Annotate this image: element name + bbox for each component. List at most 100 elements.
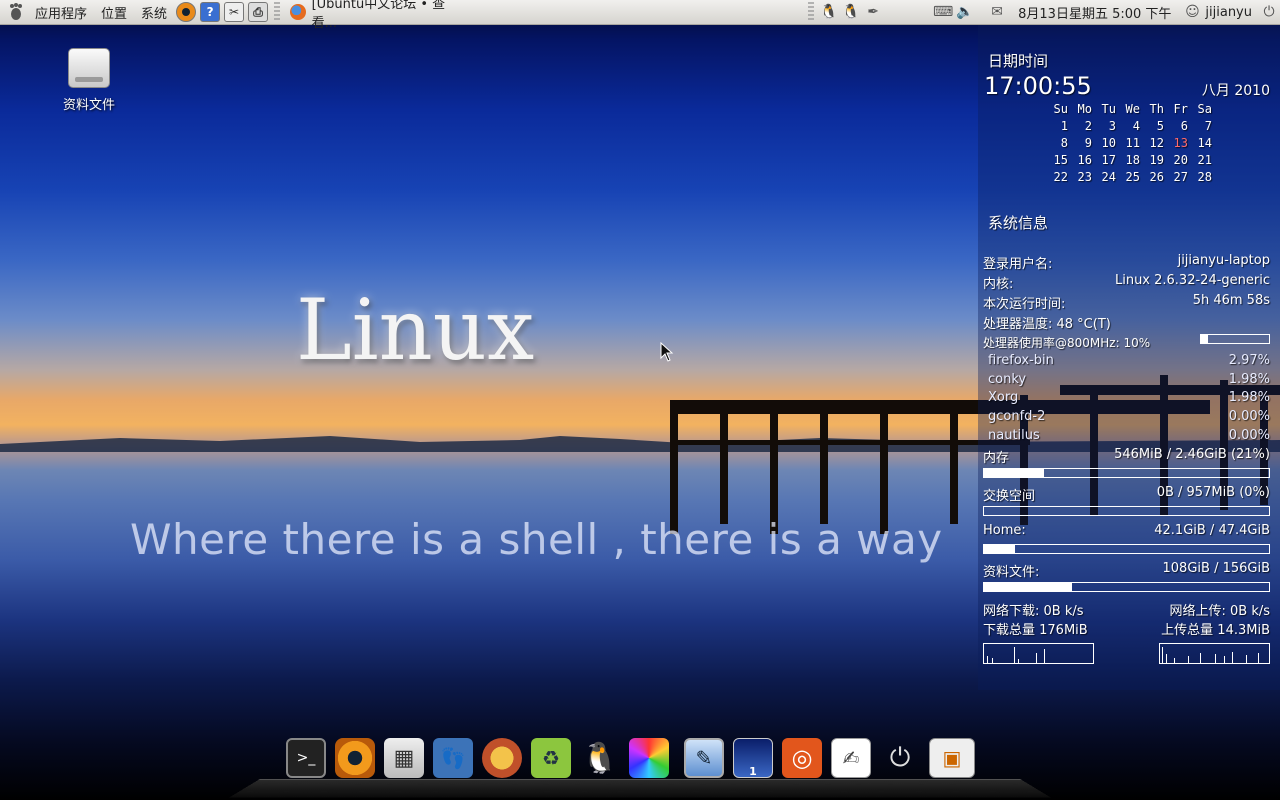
desktop-icon-data-drive[interactable]: 资料文件: [56, 48, 122, 120]
data-disk-label: 资料文件:: [983, 565, 1040, 580]
calendar-day: 7: [1204, 119, 1212, 133]
home-label: Home:: [983, 523, 1026, 538]
process-cpu: 1.98%: [1228, 372, 1270, 387]
weekday: Sa: [1197, 102, 1212, 116]
eye-icon[interactable]: [335, 738, 375, 778]
gnome-foot-dock-icon[interactable]: 👣: [433, 738, 473, 778]
uptime-label: 本次运行时间:: [983, 297, 1066, 312]
uptime-value: 5h 46m 58s: [1192, 293, 1270, 308]
upload-speed: 网络上传: 0B k/s: [1169, 604, 1270, 619]
calculator-icon[interactable]: ▦: [384, 738, 424, 778]
calendar-weekdays: Su Mo Tu We Th Fr Sa: [1044, 102, 1212, 119]
calendar-week: 1 2 3 4 5 6 7: [1044, 119, 1212, 136]
calendar-day: 1: [1060, 119, 1068, 133]
workspace-number: 1: [749, 765, 757, 778]
calendar-day: 26: [1149, 170, 1164, 184]
taskbar-window-button[interactable]: [Ubuntu中文论坛 • 查看...: [284, 0, 474, 31]
calendar-day: 11: [1125, 136, 1140, 150]
memory-row: 内存 546MiB / 2.46GiB (21%): [983, 447, 1270, 466]
swap-row: 交换空间 0B / 957MiB (0%): [983, 485, 1270, 504]
workspace-switcher-icon[interactable]: 1: [733, 738, 773, 778]
keyboard-icon[interactable]: ⌨: [932, 0, 954, 25]
calendar-day: 9: [1084, 136, 1092, 150]
eye-launcher-icon[interactable]: [174, 0, 198, 25]
process-cpu: 0.00%: [1228, 428, 1270, 443]
process-row: Xorg 1.98%: [983, 390, 1270, 409]
text-editor-icon[interactable]: ✍: [831, 738, 871, 778]
top-panel: 应用程序 位置 系统 ? ✂ ⎙ [Ubuntu中文论坛 • 查看... 🐧 🐧…: [0, 0, 1280, 31]
menu-applications[interactable]: 应用程序: [28, 0, 94, 25]
process-name: Xorg: [988, 390, 1019, 405]
swap-value: 0B / 957MiB (0%): [1156, 485, 1270, 500]
help-icon[interactable]: ?: [198, 0, 222, 25]
conky-time: 17:00:55: [984, 72, 1092, 100]
calendar-day: 3: [1108, 119, 1116, 133]
kernel-row: 内核: Linux 2.6.32-24-generic: [983, 273, 1270, 292]
calendar-day: 24: [1101, 170, 1116, 184]
calendar-day: 12: [1149, 136, 1164, 150]
qq-tray-icon-2[interactable]: 🐧: [840, 0, 862, 25]
power-icon[interactable]: ⏻: [880, 738, 920, 778]
user-name[interactable]: jijianyu: [1203, 0, 1258, 25]
screenshot-launcher-icon[interactable]: ✂: [222, 0, 246, 25]
shutdown-icon[interactable]: ⏻: [1258, 0, 1280, 25]
calendar-day: 27: [1173, 170, 1188, 184]
calendar-day: 20: [1173, 153, 1188, 167]
ubuntu-logo-icon[interactable]: ◎: [782, 738, 822, 778]
system-info-heading: 系统信息: [988, 214, 1049, 232]
cpu-usage-bar: [1200, 334, 1270, 344]
home-value: 42.1GiB / 47.4GiB: [1154, 523, 1270, 538]
dock: >_ ▦ 👣 ♻ 🐧 ✎ 1 ◎ ✍ ⏻ ▣: [286, 736, 984, 780]
color-wheel-icon[interactable]: [629, 738, 669, 778]
panel-clock[interactable]: 8月13日星期五 5:00 下午: [1008, 0, 1181, 25]
conky-system-monitor: 日期时间 17:00:55 八月 2010 Su Mo Tu We Th Fr …: [978, 25, 1280, 690]
cpu-usage-fill: [1201, 335, 1208, 343]
calendar-day: 18: [1125, 153, 1140, 167]
date-heading: 日期时间: [988, 52, 1049, 70]
gnome-foot-icon[interactable]: [4, 0, 28, 25]
download-total: 下载总量 176MiB: [983, 623, 1088, 638]
menu-places[interactable]: 位置: [94, 0, 134, 25]
pen-tray-icon[interactable]: ✒: [862, 0, 884, 25]
firefox-icon: [290, 4, 306, 20]
net-total-row: 下载总量 176MiB 上传总量 14.3MiB: [983, 619, 1270, 638]
calendar-day: 14: [1197, 136, 1212, 150]
calendar-day: 4: [1132, 119, 1140, 133]
volume-icon[interactable]: 🔈: [954, 0, 976, 25]
user-icon[interactable]: ☺: [1181, 0, 1203, 25]
qq-tray-icon[interactable]: 🐧: [818, 0, 840, 25]
kernel-value: Linux 2.6.32-24-generic: [1114, 273, 1270, 288]
hard-drive-icon: [68, 48, 110, 88]
process-row: gconfd-2 0.00%: [983, 409, 1270, 428]
mail-icon[interactable]: ✉: [986, 0, 1008, 25]
wallpaper-title: Linux: [296, 281, 535, 379]
screenshot-icon[interactable]: ▣: [929, 738, 975, 778]
uptime-row: 本次运行时间: 5h 46m 58s: [983, 293, 1270, 312]
terminal-icon[interactable]: >_: [286, 738, 326, 778]
memory-bar: [983, 468, 1270, 478]
qq-penguin-icon[interactable]: 🐧: [580, 738, 620, 778]
paint-brush-icon[interactable]: [482, 738, 522, 778]
calendar-day: 16: [1077, 153, 1092, 167]
menu-system[interactable]: 系统: [134, 0, 174, 25]
wallpaper-slogan: Where there is a shell , there is a way: [130, 515, 943, 564]
recycle-box-icon[interactable]: ♻: [531, 738, 571, 778]
swap-label: 交换空间: [983, 489, 1036, 504]
calendar-day: 10: [1101, 136, 1116, 150]
calendar-day: 22: [1053, 170, 1068, 184]
weekday: Fr: [1173, 102, 1188, 116]
calendar-day: 19: [1149, 153, 1164, 167]
desktop-edit-icon[interactable]: ✎: [684, 738, 724, 778]
process-cpu: 2.97%: [1228, 353, 1270, 368]
calendar-day: 8: [1060, 136, 1068, 150]
conky-month-year: 八月 2010: [1201, 83, 1270, 99]
printer-launcher-icon[interactable]: ⎙: [246, 0, 270, 25]
calendar-day: 23: [1077, 170, 1092, 184]
weekday: Th: [1149, 102, 1164, 116]
calendar-day: 17: [1101, 153, 1116, 167]
download-graph: [983, 643, 1094, 664]
calendar-day: 13: [1173, 136, 1188, 150]
memory-bar-fill: [984, 469, 1044, 477]
calendar-day: 2: [1084, 119, 1092, 133]
calendar-week: 15 16 17 18 19 20 21: [1044, 153, 1212, 170]
